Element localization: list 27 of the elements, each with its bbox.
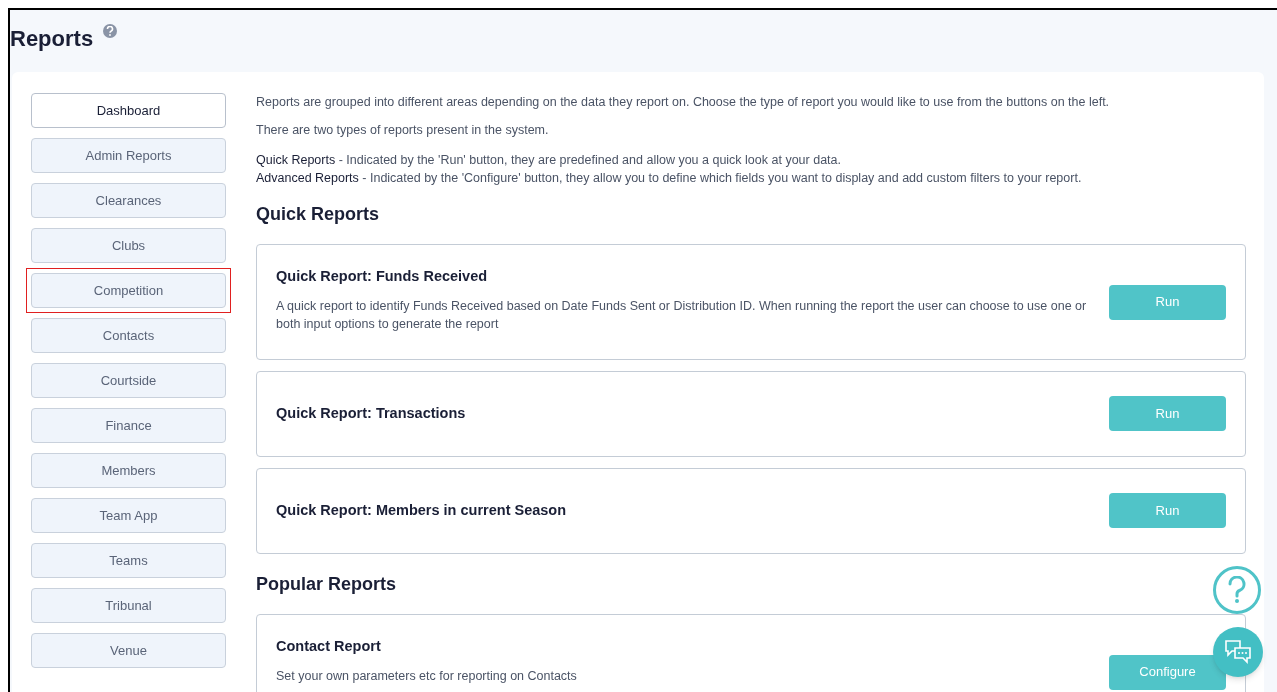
report-description: Set your own parameters etc for reporting on Contacts xyxy=(276,668,578,686)
report-title: Quick Report: Members in current Season xyxy=(276,500,568,520)
legend-text: Advanced Reports - Indicated by the 'Configure' button, they allow you to define which fields you want to display and add custom filters to your report. xyxy=(256,169,1083,187)
nav-button[interactable]: Clearances xyxy=(31,183,226,218)
nav-button[interactable]: Clubs xyxy=(31,228,226,263)
report-title: Quick Report: Transactions xyxy=(276,403,467,423)
nav-button[interactable]: Team App xyxy=(31,498,226,533)
nav-button[interactable]: Competition xyxy=(31,273,226,308)
page-title: Reports xyxy=(10,25,94,53)
legend-text: Quick Reports - Indicated by the 'Run' button, they are predefined and allow you a quick look at your data. xyxy=(256,151,842,169)
nav-button[interactable]: Venue xyxy=(31,633,226,668)
intro-text: There are two types of reports present in the system. xyxy=(256,121,550,139)
report-title: Contact Report xyxy=(276,636,382,656)
nav-button[interactable]: Dashboard xyxy=(31,93,226,128)
section-heading: Popular Reports xyxy=(256,572,398,596)
nav-button[interactable]: Contacts xyxy=(31,318,226,353)
report-description: A quick report to identify Funds Received based on Date Funds Sent or Distribution ID. When running the report the user can choose to use one or both input options to generate the report xyxy=(276,298,1088,334)
report-title: Quick Report: Funds Received xyxy=(276,266,489,286)
section-heading: Quick Reports xyxy=(256,202,381,226)
nav-button[interactable]: Courtside xyxy=(31,363,226,398)
nav-button[interactable]: Members xyxy=(31,453,226,488)
nav-button[interactable]: Admin Reports xyxy=(31,138,226,173)
help-icon[interactable] xyxy=(103,24,118,38)
nav-button[interactable]: Finance xyxy=(31,408,226,443)
nav-button[interactable]: Teams xyxy=(31,543,226,578)
intro-text: Reports are grouped into different areas depending on the data they report on. Choose the type of report you would like to use from the buttons on the left. xyxy=(256,94,1111,111)
nav-button[interactable]: Tribunal xyxy=(31,588,226,623)
